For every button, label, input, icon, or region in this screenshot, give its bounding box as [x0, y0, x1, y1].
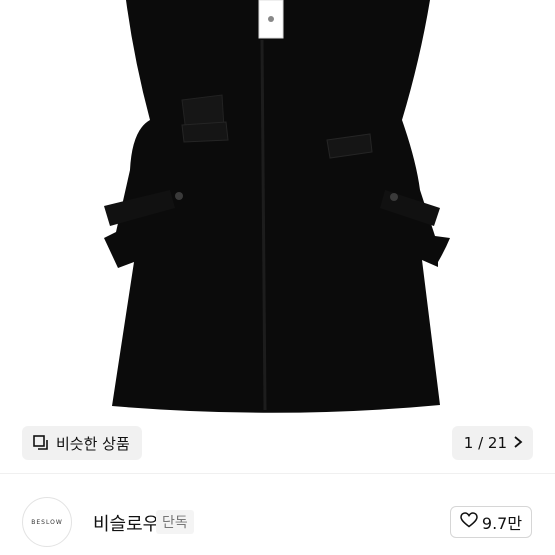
product-image[interactable] — [0, 0, 555, 473]
image-page-counter[interactable]: 1 / 21 — [451, 426, 533, 460]
heart-outline-icon — [460, 512, 478, 532]
similar-products-label: 비슷한 상품 — [56, 434, 130, 453]
brand-logo[interactable]: BESLOW — [22, 497, 72, 547]
stack-copy-icon — [32, 434, 50, 452]
similar-products-button[interactable]: 비슷한 상품 — [22, 426, 142, 460]
page-counter-text: 1 / 21 — [463, 434, 507, 452]
chevron-right-icon — [513, 435, 523, 452]
brand-name[interactable]: 비슬로우 — [93, 510, 159, 536]
exclusive-badge: 단독 — [156, 510, 194, 534]
like-count: 9.7만 — [481, 514, 523, 533]
like-button[interactable]: 9.7만 — [450, 506, 532, 538]
coat-illustration — [104, 0, 450, 413]
brand-logo-text: BESLOW — [31, 518, 63, 526]
section-divider — [0, 473, 555, 474]
